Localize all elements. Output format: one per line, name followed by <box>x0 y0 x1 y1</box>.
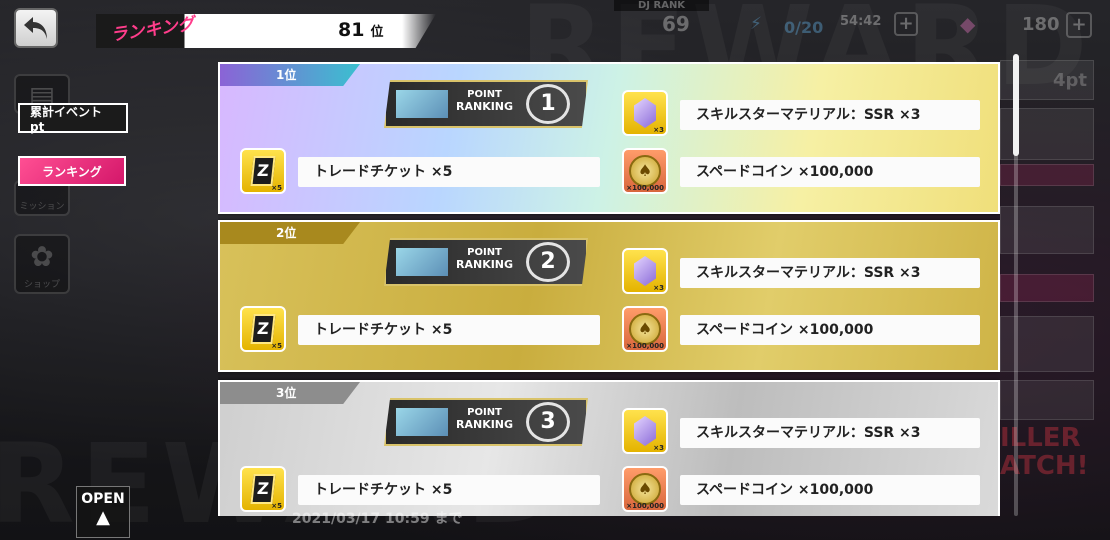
badge-point-text: POINT <box>467 247 502 258</box>
material-icon: ×3 <box>622 90 668 136</box>
tab-ranking[interactable]: ランキング <box>18 156 126 186</box>
material-icon: ×3 <box>622 248 668 294</box>
reward-item-text: スペードコイン ×100,000 <box>680 475 980 505</box>
badge-ranking-text: RANKING <box>456 418 514 431</box>
reward-item-text: スキルスターマテリアル：SSR ×3 <box>680 100 980 130</box>
tab-total-event-points[interactable]: 累計イベントpt <box>18 103 128 134</box>
point-ranking-badge: POINT RANKING 1 <box>384 80 588 128</box>
current-rank-unit: 位 <box>370 25 384 40</box>
triangle-up-icon: ▲ <box>96 507 110 528</box>
ticket-icon: Z ×5 <box>240 466 286 512</box>
badge-art <box>396 408 448 436</box>
rank-tag: 2位 <box>220 222 360 244</box>
reward-item-text: トレードチケット ×5 <box>298 475 600 505</box>
reward-card-rank-1: 1位 POINT RANKING 1 ×3 スキルスターマテリアル：SSR ×3 … <box>218 62 1000 214</box>
item-quantity: ×5 <box>271 184 282 192</box>
current-rank: 81 位 <box>338 19 383 41</box>
current-rank-value: 81 <box>338 19 365 41</box>
reward-card-rank-3: 3位 POINT RANKING 3 ×3 スキルスターマテリアル：SSR ×3 … <box>218 380 1000 516</box>
laurel-rank-icon: 3 <box>526 402 570 442</box>
point-ranking-badge: POINT RANKING 3 <box>384 398 588 446</box>
open-button[interactable]: OPEN ▲ <box>76 486 130 538</box>
ticket-icon: Z ×5 <box>240 306 286 352</box>
back-button[interactable] <box>14 8 58 48</box>
item-quantity: ×3 <box>653 444 664 452</box>
reward-list[interactable]: 1位 POINT RANKING 1 ×3 スキルスターマテリアル：SSR ×3 … <box>218 62 1000 516</box>
reward-card-rank-2: 2位 POINT RANKING 2 ×3 スキルスターマテリアル：SSR ×3 … <box>218 220 1000 372</box>
item-quantity: ×100,000 <box>626 184 664 192</box>
point-ranking-badge: POINT RANKING 2 <box>384 238 588 286</box>
coin-icon: ♠ ×100,000 <box>622 148 668 194</box>
item-quantity: ×5 <box>271 342 282 350</box>
ticket-icon: Z ×5 <box>240 148 286 194</box>
badge-ranking-text: RANKING <box>456 100 514 113</box>
reward-item-text: スキルスターマテリアル：SSR ×3 <box>680 258 980 288</box>
coin-icon: ♠ ×100,000 <box>622 466 668 512</box>
reward-item-text: トレードチケット ×5 <box>298 157 600 187</box>
coin-icon: ♠ ×100,000 <box>622 306 668 352</box>
badge-ranking-text: RANKING <box>456 258 514 271</box>
rank-tag: 3位 <box>220 382 360 404</box>
rank-tag: 1位 <box>220 64 360 86</box>
back-arrow-icon <box>24 17 47 39</box>
badge-art <box>396 248 448 276</box>
item-quantity: ×5 <box>271 502 282 510</box>
badge-point-text: POINT <box>467 89 502 100</box>
event-end-date: 2021/03/17 10:59 まで <box>292 511 463 527</box>
material-icon: ×3 <box>622 408 668 454</box>
open-button-label: OPEN <box>81 491 125 507</box>
item-quantity: ×3 <box>653 126 664 134</box>
badge-point-text: POINT <box>467 407 502 418</box>
reward-item-text: トレードチケット ×5 <box>298 315 600 345</box>
laurel-rank-icon: 1 <box>526 84 570 124</box>
laurel-rank-icon: 2 <box>526 242 570 282</box>
scrollbar-thumb[interactable] <box>1013 54 1019 156</box>
reward-item-text: スペードコイン ×100,000 <box>680 315 980 345</box>
item-quantity: ×100,000 <box>626 502 664 510</box>
item-quantity: ×3 <box>653 284 664 292</box>
badge-art <box>396 90 448 118</box>
reward-item-text: スペードコイン ×100,000 <box>680 157 980 187</box>
item-quantity: ×100,000 <box>626 342 664 350</box>
reward-item-text: スキルスターマテリアル：SSR ×3 <box>680 418 980 448</box>
